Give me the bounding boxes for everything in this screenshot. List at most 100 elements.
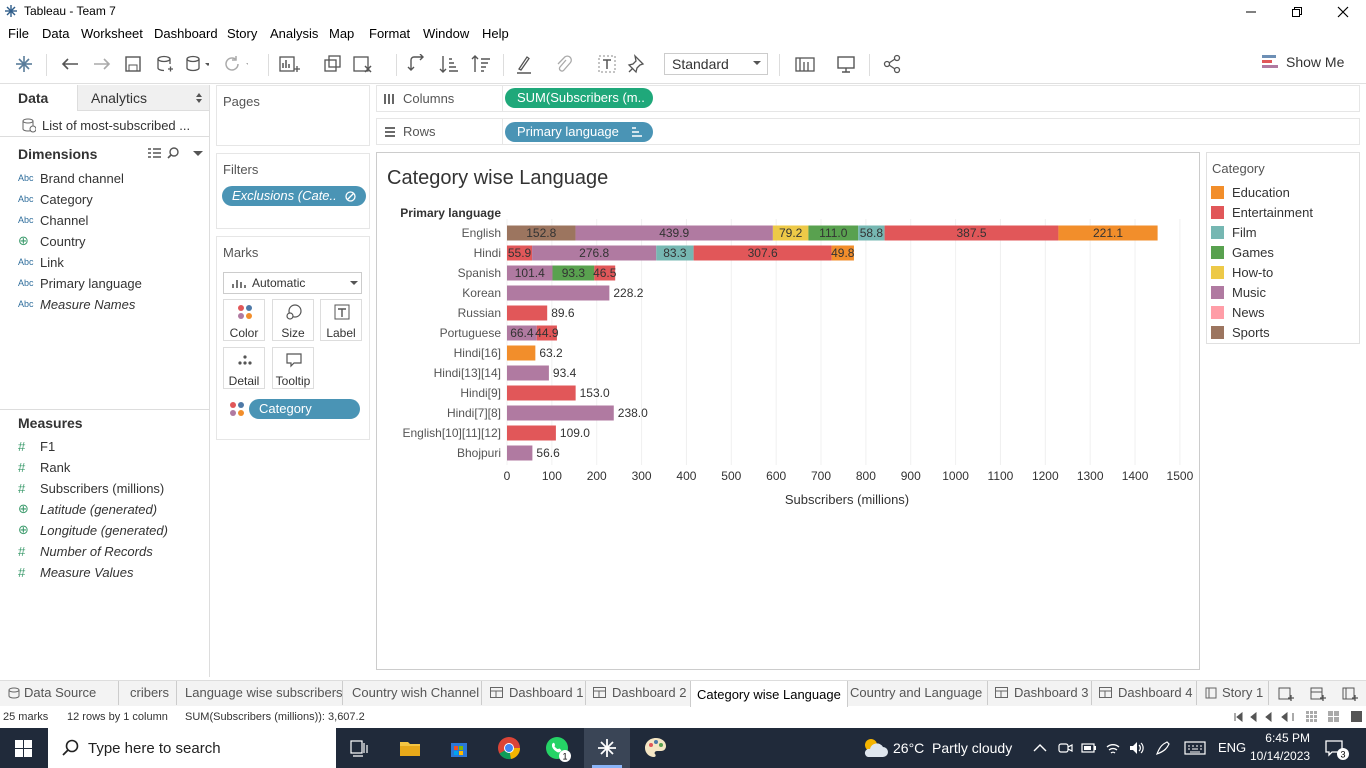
columns-pill[interactable]: SUM(Subscribers (m.. [505,88,653,108]
highlight-button[interactable] [515,52,539,76]
menu-dashboard[interactable]: Dashboard [154,26,218,41]
tab-dashboard-3[interactable]: Dashboard 3 [995,685,1088,700]
columns-shelf[interactable]: Columns SUM(Subscribers (m.. [376,85,1360,112]
detail-button[interactable]: Detail [223,347,265,389]
undo-button[interactable] [58,52,82,76]
menu-story[interactable]: Story [227,26,257,41]
measures-field[interactable]: # Rank [18,458,70,476]
duplicate-sheet-button[interactable] [321,52,345,76]
legend-item[interactable]: Sports [1211,325,1270,340]
restore-button[interactable] [1274,0,1320,24]
chrome-icon[interactable] [497,736,521,760]
menu-data[interactable]: Data [42,26,69,41]
group-members-button[interactable] [554,52,578,76]
dimensions-field[interactable]: Abc Primary language [18,274,142,292]
task-view-icon[interactable] [350,739,370,757]
menu-help[interactable]: Help [482,26,509,41]
sort-descending-button[interactable] [469,52,493,76]
clear-sheet-button[interactable] [352,52,376,76]
tab-subscribers-sheet[interactable]: cribers [130,685,169,700]
dimensions-field[interactable]: Abc Channel [18,211,88,229]
color-button[interactable]: Color [223,299,265,341]
whatsapp-icon[interactable]: 1 [545,736,571,762]
show-mark-labels-button[interactable] [595,52,619,76]
datasource-item[interactable]: List of most-subscribed ... [22,117,190,133]
windows-start-icon[interactable] [15,740,32,757]
volume-icon[interactable] [1129,740,1145,756]
measures-field[interactable]: # F1 [18,437,55,455]
search-icon[interactable] [167,147,179,159]
tab-data-source[interactable]: Data Source [8,685,96,700]
new-worksheet-icon[interactable] [1278,686,1294,702]
tableau-home-button[interactable] [12,52,36,76]
tableau-taskbar-item[interactable] [584,728,630,768]
measures-field[interactable]: ⊕ Longitude (generated) [18,521,168,539]
redo-button[interactable] [90,52,114,76]
fit-select[interactable]: Standard [664,53,768,75]
presentation-mode-button[interactable] [834,52,858,76]
taskbar-search[interactable]: Type here to search [48,728,336,768]
close-button[interactable] [1320,0,1366,24]
rows-shelf[interactable]: Rows Primary language [376,118,1360,145]
tab-dashboard-1[interactable]: Dashboard 1 [490,685,583,700]
language-indicator[interactable]: ENG [1218,740,1246,755]
tab-dashboard-2[interactable]: Dashboard 2 [593,685,686,700]
pages-shelf[interactable]: Pages [216,85,370,146]
legend-item[interactable]: How-to [1211,265,1273,280]
new-datasource-button[interactable] [153,52,177,76]
wifi-icon[interactable] [1105,740,1121,756]
chevron-down-icon[interactable] [193,151,203,157]
tooltip-button[interactable]: Tooltip [272,347,314,389]
keyboard-icon[interactable] [1184,740,1206,756]
refresh-button[interactable] [224,52,248,76]
menu-file[interactable]: File [8,26,29,41]
menu-format[interactable]: Format [369,26,410,41]
new-dashboard-icon[interactable] [1310,686,1326,702]
sort-ascending-button[interactable] [437,52,461,76]
show-cards-button[interactable] [794,52,818,76]
share-button[interactable] [880,52,904,76]
size-button[interactable]: Size [272,299,314,341]
filters-shelf[interactable]: Filters Exclusions (Cate.. [216,153,370,229]
tab-navigation-icon[interactable] [1234,712,1294,722]
legend-item[interactable]: Education [1211,185,1290,200]
tab-language-wise-subscribers[interactable]: Language wise subscribers [185,685,343,700]
measures-field[interactable]: # Subscribers (millions) [18,479,164,497]
legend-item[interactable]: Film [1211,225,1257,240]
paint-icon[interactable] [643,736,669,760]
measures-field[interactable]: ⊕ Latitude (generated) [18,500,157,518]
tab-data[interactable]: Data [0,85,77,111]
label-button[interactable]: Label [320,299,362,341]
dimensions-field[interactable]: Abc Brand channel [18,169,124,187]
meet-now-icon[interactable] [1057,740,1073,756]
menu-map[interactable]: Map [329,26,354,41]
menu-analysis[interactable]: Analysis [270,26,318,41]
legend-item[interactable]: Games [1211,245,1274,260]
minimize-button[interactable] [1228,0,1274,24]
clock-date[interactable]: 10/14/2023 [1250,749,1310,763]
view-mode-icons[interactable] [1306,711,1364,723]
battery-icon[interactable] [1081,740,1097,756]
chevron-up-icon[interactable] [1033,743,1047,753]
menu-window[interactable]: Window [423,26,469,41]
tab-country-wish-channel[interactable]: Country wish Channel [352,685,479,700]
legend-item[interactable]: Music [1211,285,1266,300]
show-me-button[interactable]: Show Me [1262,54,1344,70]
tab-country-and-language[interactable]: Country and Language [850,685,982,700]
dimensions-field[interactable]: Abc Link [18,253,64,271]
dimensions-field[interactable]: Abc Category [18,190,93,208]
fix-axes-button[interactable] [625,52,649,76]
swap-rows-columns-button[interactable] [405,52,429,76]
view-list-icon[interactable] [148,148,161,159]
legend-item[interactable]: Entertainment [1211,205,1313,220]
file-explorer-icon[interactable] [399,738,421,758]
tab-dashboard-4[interactable]: Dashboard 4 [1099,685,1192,700]
tab-analytics[interactable]: Analytics [77,85,209,111]
tab-story-1[interactable]: Story 1 [1205,685,1263,700]
view-canvas[interactable]: Category wise Language 0 100 200 300 400 500 6… [376,152,1200,670]
dimensions-field[interactable]: Abc Measure Names [18,295,135,313]
measures-field[interactable]: # Number of Records [18,542,153,560]
pen-ink-icon[interactable] [1155,740,1173,756]
measures-field[interactable]: # Measure Values [18,563,133,581]
category-color-pill[interactable]: Category [249,399,360,419]
